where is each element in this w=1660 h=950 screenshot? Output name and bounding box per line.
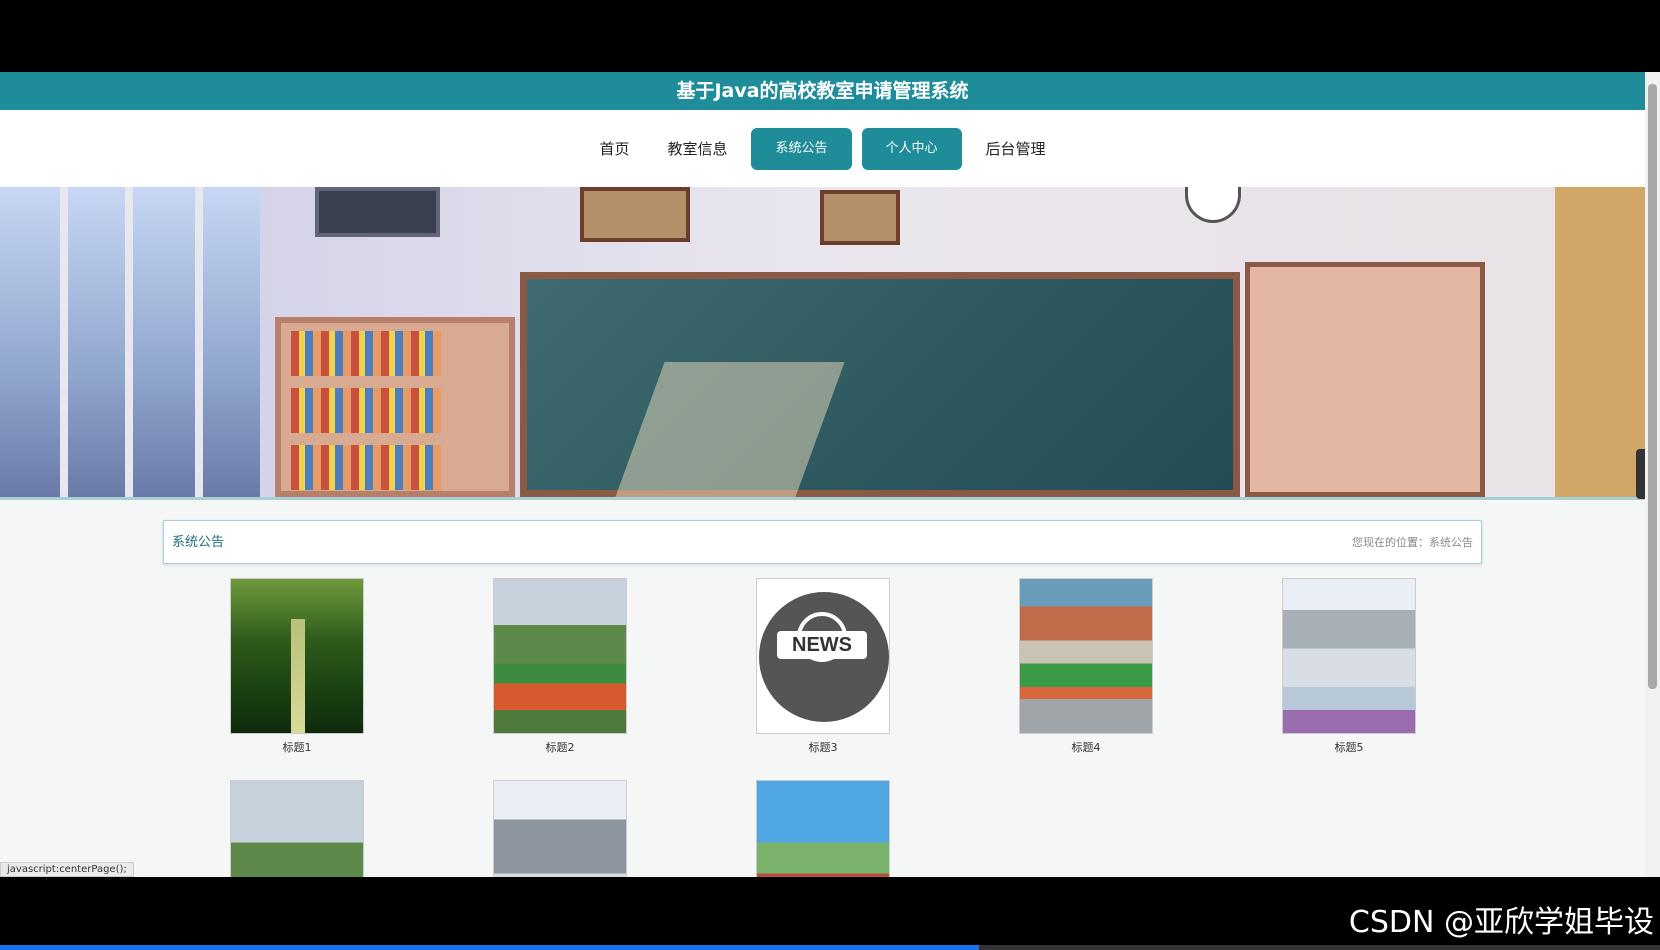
nav-admin[interactable]: 后台管理 — [972, 128, 1060, 170]
nav-personal-center[interactable]: 个人中心 — [861, 127, 962, 170]
video-progress-bar[interactable] — [0, 945, 1660, 950]
breadcrumb: 您现在的位置：系统公告 — [1352, 536, 1473, 549]
announcement-thumbnail[interactable] — [493, 578, 627, 734]
news-label: NEWS — [777, 631, 867, 659]
section-header: 系统公告 您现在的位置：系统公告 — [163, 520, 1482, 564]
banner-divider — [0, 497, 1645, 500]
announcement-thumbnail[interactable] — [230, 780, 364, 877]
page-title: 基于Java的高校教室申请管理系统 — [0, 72, 1645, 110]
announcement-thumbnail[interactable]: NEWS — [756, 578, 890, 734]
watermark: CSDN @亚欣学姐毕设 — [1348, 905, 1654, 940]
announcement-thumbnail[interactable] — [1282, 578, 1416, 734]
video-progress-fill — [0, 945, 980, 950]
banner-door — [1555, 187, 1645, 497]
announcement-thumbnail[interactable] — [1019, 578, 1153, 734]
scroll-thumb[interactable] — [1648, 84, 1657, 689]
main-nav: 首页 教室信息 系统公告 个人中心 后台管理 — [0, 110, 1645, 187]
nav-home[interactable]: 首页 — [585, 128, 643, 170]
banner-carousel[interactable] — [0, 187, 1645, 497]
announcement-title[interactable]: 标题4 — [1019, 739, 1153, 755]
announcement-card[interactable] — [756, 780, 890, 877]
nav-classroom-info[interactable]: 教室信息 — [653, 128, 741, 170]
announcement-thumbnail[interactable] — [230, 578, 364, 734]
banner-corkboard — [1245, 262, 1485, 497]
announcement-card[interactable]: 标题5 — [1282, 578, 1416, 755]
banner-window — [0, 187, 260, 497]
section-title: 系统公告 — [172, 535, 225, 550]
banner-bookshelf — [275, 317, 515, 497]
announcement-card[interactable]: 标题4 — [1019, 578, 1153, 755]
banner-tv — [315, 187, 440, 237]
announcement-title[interactable]: 标题3 — [756, 739, 890, 755]
announcement-thumbnail[interactable] — [493, 780, 627, 877]
announcement-card[interactable] — [493, 780, 627, 877]
announcement-title[interactable]: 标题2 — [493, 739, 627, 755]
letterbox-top — [0, 0, 1660, 72]
nav-announcements[interactable]: 系统公告 — [751, 127, 852, 170]
banner-frame — [580, 187, 690, 242]
announcement-card[interactable] — [230, 780, 364, 877]
browser-viewport: 基于Java的高校教室申请管理系统 首页 教室信息 系统公告 个人中心 后台管理 — [0, 72, 1660, 877]
banner-frame — [820, 190, 900, 245]
announcement-title[interactable]: 标题1 — [230, 739, 364, 755]
status-bar: javascript:centerPage(); — [0, 862, 134, 877]
announcement-card[interactable]: NEWS 标题3 — [756, 578, 890, 755]
announcement-card[interactable]: 标题1 — [230, 578, 364, 755]
announcement-card[interactable]: 标题2 — [493, 578, 627, 755]
announcement-thumbnail[interactable] — [756, 780, 890, 877]
announcement-title[interactable]: 标题5 — [1282, 739, 1416, 755]
vertical-scrollbar[interactable] — [1645, 72, 1660, 877]
